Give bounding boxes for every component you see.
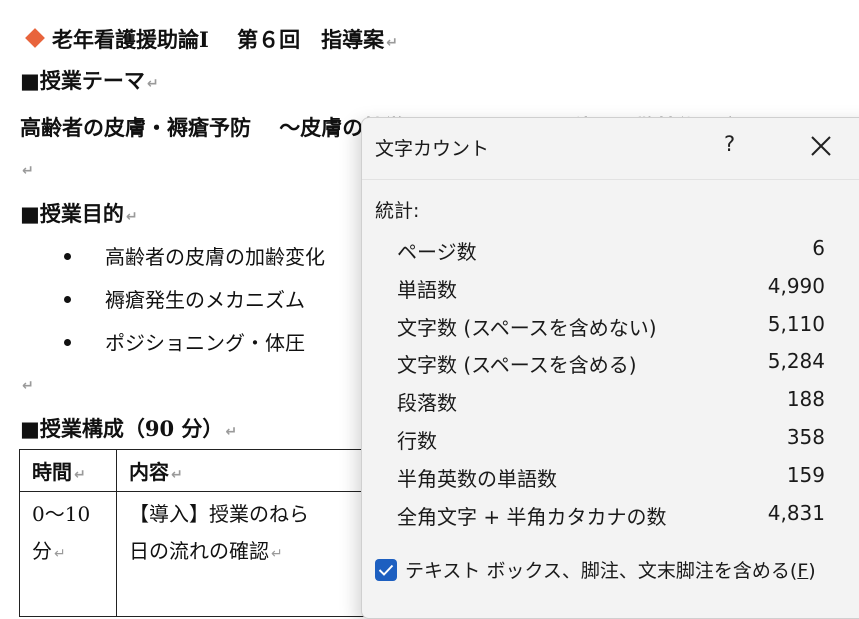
close-icon [811,136,831,156]
help-button[interactable]: ? [724,132,735,156]
close-button[interactable] [810,135,832,157]
stat-row-fullwidth-chars: 全角文字 + 半角カタカナの数 4,831 [397,501,825,529]
document-title-line: 老年看護援助論Ⅰ 第６回 指導案 ↵ [20,24,398,54]
bullet-dot-icon [64,339,71,346]
include-textboxes-checkbox[interactable] [375,558,397,581]
stat-row-pages: ページ数 6 [397,236,825,264]
table-cell-time: 0～10 分 ↵ [19,491,117,617]
stat-row-chars-with-spaces: 文字数 (スペースを含める) 5,284 [397,349,825,377]
bullet-item: ポジショニング・体圧 [64,327,305,356]
section-heading-structure: ■授業構成（90 分） ↵ [20,416,238,441]
dialog-title: 文字カウント [375,138,490,160]
bullet-dot-icon [64,296,71,303]
table-header-time: 時間 ↵ [19,449,117,492]
bullet-dot-icon [64,253,71,260]
empty-paragraph: ↵ [22,163,34,179]
section-heading-theme: ■授業テーマ ↵ [20,68,159,93]
document-title: 老年看護援助論Ⅰ 第６回 指導案 [52,27,385,52]
checkbox-label: テキスト ボックス、脚注、文末脚注を含める( [405,560,798,582]
stats-label: 統計: [375,200,420,222]
stat-row-chars-no-spaces: 文字数 (スペースを含めない) 5,110 [397,312,825,340]
checkbox-accelerator: F [797,560,809,582]
diamond-bullet-icon [25,28,45,48]
dialog-divider [362,179,859,180]
empty-paragraph: ↵ [22,378,34,394]
include-textboxes-checkbox-row[interactable]: テキスト ボックス、脚注、文末脚注を含める(F) [375,556,816,584]
section-heading-purpose: ■授業目的 ↵ [20,201,138,226]
paragraph-mark: ↵ [386,35,398,51]
stat-row-lines: 行数 358 [397,425,825,453]
bullet-item: 高齢者の皮膚の加齢変化 [64,241,325,270]
word-count-dialog: 文字カウント ? 統計: ページ数 6 単語数 4,990 文字数 (スペースを含め… [361,117,859,619]
stat-row-paragraphs: 段落数 188 [397,387,825,415]
bullet-item: 褥瘡発生のメカニズム [64,284,305,313]
stat-row-halfwidth-words: 半角英数の単語数 159 [397,463,825,491]
stat-row-words: 単語数 4,990 [397,274,825,302]
checkmark-icon [378,564,394,576]
